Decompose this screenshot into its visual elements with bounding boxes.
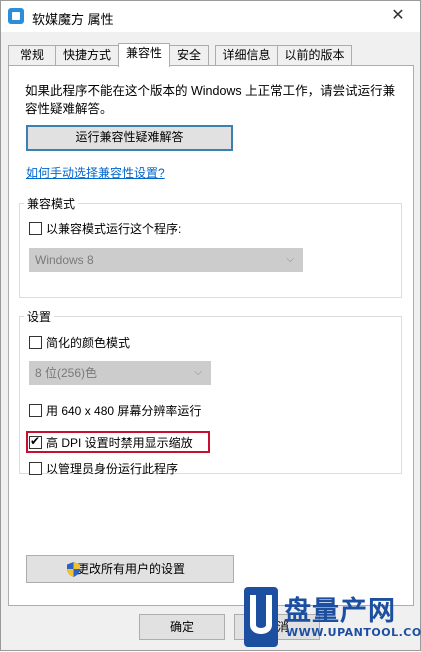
color-depth-value: 8 位(256)色 — [35, 366, 98, 380]
chevron-down-icon: ⌵ — [286, 254, 294, 265]
dpi-scaling-row[interactable]: 高 DPI 设置时禁用显示缩放 — [29, 434, 193, 450]
color-depth-select[interactable]: 8 位(256)色 ⌵ — [29, 361, 211, 385]
dpi-scaling-checkbox[interactable] — [29, 434, 42, 449]
close-button[interactable]: ✕ — [376, 1, 420, 32]
compat-mode-group-title: 兼容模式 — [24, 195, 79, 212]
os-version-value: Windows 8 — [35, 253, 94, 267]
properties-window: 软媒魔方 属性 ✕ 常规 快捷方式 兼容性 安全 详细信息 以前的版本 如果此程… — [0, 0, 421, 651]
run-admin-row[interactable]: 以管理员身份运行此程序 — [29, 460, 178, 476]
reduced-color-label: 简化的颜色模式 — [46, 335, 131, 350]
manual-settings-link[interactable]: 如何手动选择兼容性设置? — [26, 164, 165, 181]
os-version-select[interactable]: Windows 8 ⌵ — [29, 248, 303, 272]
settings-group-title: 设置 — [24, 308, 55, 325]
compatibility-panel: 如果此程序不能在这个版本的 Windows 上正常工作，请尝试运行兼容性疑难解答… — [8, 65, 414, 606]
cancel-button[interactable]: 取消 — [234, 614, 320, 640]
change-all-users-label: 更改所有用户的设置 — [77, 562, 186, 576]
app-icon — [8, 8, 24, 24]
ok-button[interactable]: 确定 — [139, 614, 225, 640]
tab-shortcut[interactable]: 快捷方式 — [55, 45, 119, 66]
compat-mode-group: 兼容模式 以兼容模式运行这个程序: Windows 8 ⌵ — [19, 195, 402, 298]
tab-previous-versions[interactable]: 以前的版本 — [277, 45, 352, 66]
change-all-users-button[interactable]: 更改所有用户的设置 — [26, 555, 234, 583]
tab-details[interactable]: 详细信息 — [215, 45, 278, 66]
run-troubleshooter-button[interactable]: 运行兼容性疑难解答 — [26, 125, 233, 151]
compat-mode-checkbox-row[interactable]: 以兼容模式运行这个程序: — [29, 220, 181, 236]
res-640-label: 用 640 x 480 屏幕分辨率运行 — [46, 403, 202, 418]
settings-group: 设置 简化的颜色模式 8 位(256)色 ⌵ 用 640 x 480 屏幕分辨率… — [19, 308, 402, 476]
res-640-checkbox[interactable] — [29, 403, 42, 417]
compat-mode-label: 以兼容模式运行这个程序: — [46, 221, 182, 236]
title-bar[interactable]: 软媒魔方 属性 ✕ — [1, 1, 420, 32]
tab-security[interactable]: 安全 — [169, 45, 209, 66]
reduced-color-checkbox[interactable] — [29, 335, 42, 349]
dpi-scaling-label: 高 DPI 设置时禁用显示缩放 — [46, 435, 193, 450]
intro-text: 如果此程序不能在这个版本的 Windows 上正常工作，请尝试运行兼容性疑难解答… — [25, 84, 396, 116]
run-admin-checkbox[interactable] — [29, 461, 42, 475]
window-title: 软媒魔方 属性 — [32, 12, 114, 27]
tab-general[interactable]: 常规 — [8, 45, 56, 66]
run-admin-label: 以管理员身份运行此程序 — [46, 461, 179, 476]
tab-compatibility[interactable]: 兼容性 — [118, 43, 170, 67]
chevron-down-icon: ⌵ — [194, 367, 202, 378]
compat-mode-checkbox[interactable] — [29, 221, 42, 235]
res-640-row[interactable]: 用 640 x 480 屏幕分辨率运行 — [29, 402, 201, 418]
reduced-color-row[interactable]: 简化的颜色模式 — [29, 334, 130, 350]
uac-shield-icon — [67, 562, 80, 577]
